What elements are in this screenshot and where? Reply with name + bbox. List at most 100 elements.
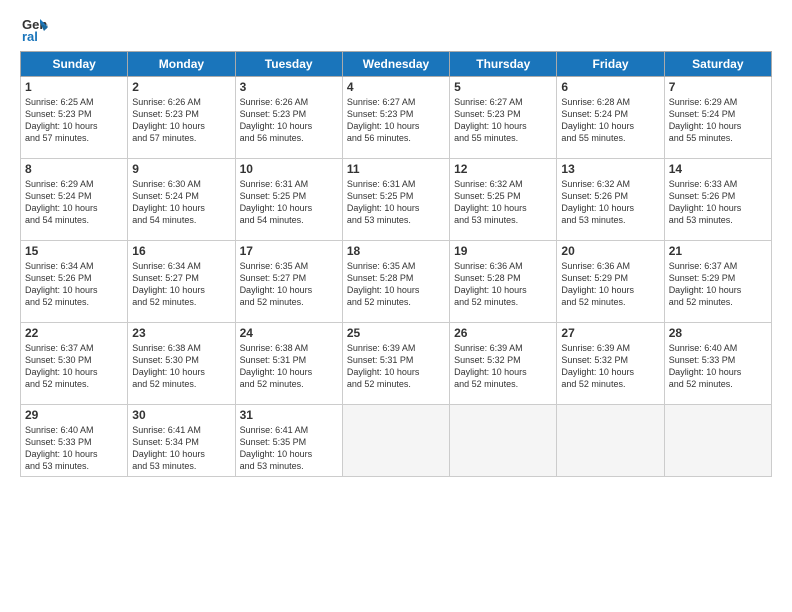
cell-details: Sunrise: 6:25 AMSunset: 5:23 PMDaylight:… bbox=[25, 96, 123, 145]
page: Gene ral SundayMondayTuesdayWednesdayThu… bbox=[0, 0, 792, 612]
logo: Gene ral bbox=[20, 15, 50, 43]
cell-details: Sunrise: 6:32 AMSunset: 5:25 PMDaylight:… bbox=[454, 178, 552, 227]
calendar-cell: 31Sunrise: 6:41 AMSunset: 5:35 PMDayligh… bbox=[235, 405, 342, 477]
calendar-cell: 9 Sunrise: 6:30 AMSunset: 5:24 PMDaylight… bbox=[128, 159, 235, 241]
weekday-header-sunday: Sunday bbox=[21, 52, 128, 77]
logo-icon: Gene ral bbox=[20, 15, 48, 43]
calendar-table: SundayMondayTuesdayWednesdayThursdayFrid… bbox=[20, 51, 772, 477]
day-number: 2 bbox=[132, 80, 230, 94]
day-number: 13 bbox=[561, 162, 659, 176]
calendar-cell: 17 Sunrise: 6:35 AMSunset: 5:27 PMDayligh… bbox=[235, 241, 342, 323]
calendar-cell bbox=[664, 405, 771, 477]
calendar-cell: 13 Sunrise: 6:32 AMSunset: 5:26 PMDayligh… bbox=[557, 159, 664, 241]
calendar-cell bbox=[557, 405, 664, 477]
svg-text:ral: ral bbox=[22, 29, 38, 43]
cell-details: Sunrise: 6:29 AMSunset: 5:24 PMDaylight:… bbox=[25, 178, 123, 227]
calendar-cell: 12 Sunrise: 6:32 AMSunset: 5:25 PMDayligh… bbox=[450, 159, 557, 241]
day-number: 29 bbox=[25, 408, 123, 422]
day-number: 28 bbox=[669, 326, 767, 340]
cell-details: Sunrise: 6:35 AMSunset: 5:27 PMDaylight:… bbox=[240, 260, 338, 309]
weekday-header-row: SundayMondayTuesdayWednesdayThursdayFrid… bbox=[21, 52, 772, 77]
day-number: 10 bbox=[240, 162, 338, 176]
day-number: 5 bbox=[454, 80, 552, 94]
weekday-header-thursday: Thursday bbox=[450, 52, 557, 77]
cell-details: Sunrise: 6:34 AMSunset: 5:26 PMDaylight:… bbox=[25, 260, 123, 309]
cell-details: Sunrise: 6:36 AMSunset: 5:29 PMDaylight:… bbox=[561, 260, 659, 309]
calendar-cell: 16Sunrise: 6:34 AMSunset: 5:27 PMDayligh… bbox=[128, 241, 235, 323]
calendar-cell: 7 Sunrise: 6:29 AMSunset: 5:24 PMDaylight… bbox=[664, 77, 771, 159]
day-number: 23 bbox=[132, 326, 230, 340]
weekday-header-friday: Friday bbox=[557, 52, 664, 77]
cell-details: Sunrise: 6:30 AMSunset: 5:24 PMDaylight:… bbox=[132, 178, 230, 227]
calendar-cell: 19 Sunrise: 6:36 AMSunset: 5:28 PMDayligh… bbox=[450, 241, 557, 323]
cell-details: Sunrise: 6:27 AMSunset: 5:23 PMDaylight:… bbox=[454, 96, 552, 145]
day-number: 19 bbox=[454, 244, 552, 258]
day-number: 31 bbox=[240, 408, 338, 422]
day-number: 15 bbox=[25, 244, 123, 258]
calendar-cell: 8 Sunrise: 6:29 AMSunset: 5:24 PMDaylight… bbox=[21, 159, 128, 241]
day-number: 25 bbox=[347, 326, 445, 340]
calendar-cell: 3 Sunrise: 6:26 AMSunset: 5:23 PMDaylight… bbox=[235, 77, 342, 159]
calendar-cell: 15 Sunrise: 6:34 AMSunset: 5:26 PMDayligh… bbox=[21, 241, 128, 323]
calendar-cell: 21 Sunrise: 6:37 AMSunset: 5:29 PMDayligh… bbox=[664, 241, 771, 323]
calendar-cell: 23 Sunrise: 6:38 AMSunset: 5:30 PMDayligh… bbox=[128, 323, 235, 405]
cell-details: Sunrise: 6:33 AMSunset: 5:26 PMDaylight:… bbox=[669, 178, 767, 227]
weekday-header-monday: Monday bbox=[128, 52, 235, 77]
cell-details: Sunrise: 6:35 AMSunset: 5:28 PMDaylight:… bbox=[347, 260, 445, 309]
calendar-cell bbox=[342, 405, 449, 477]
calendar-cell: 27Sunrise: 6:39 AMSunset: 5:32 PMDayligh… bbox=[557, 323, 664, 405]
cell-details: Sunrise: 6:39 AMSunset: 5:32 PMDaylight:… bbox=[454, 342, 552, 391]
cell-details: Sunrise: 6:29 AMSunset: 5:24 PMDaylight:… bbox=[669, 96, 767, 145]
calendar-cell: 30Sunrise: 6:41 AMSunset: 5:34 PMDayligh… bbox=[128, 405, 235, 477]
cell-details: Sunrise: 6:38 AMSunset: 5:31 PMDaylight:… bbox=[240, 342, 338, 391]
day-number: 7 bbox=[669, 80, 767, 94]
day-number: 12 bbox=[454, 162, 552, 176]
cell-details: Sunrise: 6:27 AMSunset: 5:23 PMDaylight:… bbox=[347, 96, 445, 145]
calendar-cell: 20 Sunrise: 6:36 AMSunset: 5:29 PMDayligh… bbox=[557, 241, 664, 323]
day-number: 24 bbox=[240, 326, 338, 340]
calendar-cell: 5 Sunrise: 6:27 AMSunset: 5:23 PMDaylight… bbox=[450, 77, 557, 159]
cell-details: Sunrise: 6:26 AMSunset: 5:23 PMDaylight:… bbox=[240, 96, 338, 145]
weekday-header-tuesday: Tuesday bbox=[235, 52, 342, 77]
day-number: 3 bbox=[240, 80, 338, 94]
calendar-week-1: 1 Sunrise: 6:25 AMSunset: 5:23 PMDaylight… bbox=[21, 77, 772, 159]
calendar-cell: 11 Sunrise: 6:31 AMSunset: 5:25 PMDayligh… bbox=[342, 159, 449, 241]
weekday-header-wednesday: Wednesday bbox=[342, 52, 449, 77]
day-number: 17 bbox=[240, 244, 338, 258]
cell-details: Sunrise: 6:40 AMSunset: 5:33 PMDaylight:… bbox=[669, 342, 767, 391]
calendar-cell: 24 Sunrise: 6:38 AMSunset: 5:31 PMDayligh… bbox=[235, 323, 342, 405]
day-number: 1 bbox=[25, 80, 123, 94]
day-number: 21 bbox=[669, 244, 767, 258]
day-number: 22 bbox=[25, 326, 123, 340]
calendar-cell: 10 Sunrise: 6:31 AMSunset: 5:25 PMDayligh… bbox=[235, 159, 342, 241]
cell-details: Sunrise: 6:31 AMSunset: 5:25 PMDaylight:… bbox=[240, 178, 338, 227]
day-number: 14 bbox=[669, 162, 767, 176]
calendar-cell: 29Sunrise: 6:40 AMSunset: 5:33 PMDayligh… bbox=[21, 405, 128, 477]
day-number: 26 bbox=[454, 326, 552, 340]
calendar-cell: 2Sunrise: 6:26 AMSunset: 5:23 PMDaylight… bbox=[128, 77, 235, 159]
header: Gene ral bbox=[20, 15, 772, 43]
cell-details: Sunrise: 6:31 AMSunset: 5:25 PMDaylight:… bbox=[347, 178, 445, 227]
calendar-week-5: 29Sunrise: 6:40 AMSunset: 5:33 PMDayligh… bbox=[21, 405, 772, 477]
cell-details: Sunrise: 6:37 AMSunset: 5:29 PMDaylight:… bbox=[669, 260, 767, 309]
day-number: 27 bbox=[561, 326, 659, 340]
calendar-cell: 14 Sunrise: 6:33 AMSunset: 5:26 PMDayligh… bbox=[664, 159, 771, 241]
day-number: 30 bbox=[132, 408, 230, 422]
calendar-cell: 25 Sunrise: 6:39 AMSunset: 5:31 PMDayligh… bbox=[342, 323, 449, 405]
calendar-cell bbox=[450, 405, 557, 477]
calendar-cell: 22Sunrise: 6:37 AMSunset: 5:30 PMDayligh… bbox=[21, 323, 128, 405]
calendar-cell: 18 Sunrise: 6:35 AMSunset: 5:28 PMDayligh… bbox=[342, 241, 449, 323]
cell-details: Sunrise: 6:28 AMSunset: 5:24 PMDaylight:… bbox=[561, 96, 659, 145]
day-number: 18 bbox=[347, 244, 445, 258]
cell-details: Sunrise: 6:36 AMSunset: 5:28 PMDaylight:… bbox=[454, 260, 552, 309]
day-number: 11 bbox=[347, 162, 445, 176]
day-number: 20 bbox=[561, 244, 659, 258]
calendar-cell: 6Sunrise: 6:28 AMSunset: 5:24 PMDaylight… bbox=[557, 77, 664, 159]
day-number: 8 bbox=[25, 162, 123, 176]
cell-details: Sunrise: 6:38 AMSunset: 5:30 PMDaylight:… bbox=[132, 342, 230, 391]
day-number: 9 bbox=[132, 162, 230, 176]
weekday-header-saturday: Saturday bbox=[664, 52, 771, 77]
calendar-week-3: 15 Sunrise: 6:34 AMSunset: 5:26 PMDayligh… bbox=[21, 241, 772, 323]
cell-details: Sunrise: 6:39 AMSunset: 5:31 PMDaylight:… bbox=[347, 342, 445, 391]
cell-details: Sunrise: 6:32 AMSunset: 5:26 PMDaylight:… bbox=[561, 178, 659, 227]
